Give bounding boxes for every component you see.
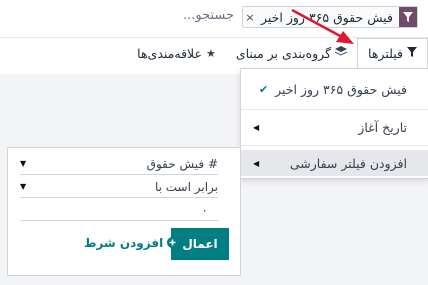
filter-option-payslip-365-days[interactable]: ✔ فیش حقوق ۳۶۵ روز اخیر bbox=[241, 76, 428, 102]
add-condition-label: افزودن شرط bbox=[84, 236, 164, 250]
filter-option-label: تاریخ آغاز bbox=[358, 119, 407, 135]
chevron-down-icon: ▼ bbox=[20, 159, 27, 168]
tab-group-by[interactable]: گروه‌بندی بر مبنای bbox=[226, 38, 357, 68]
plus-circle-icon bbox=[163, 236, 179, 250]
operator-select[interactable]: ▼ برابر است با bbox=[20, 176, 218, 198]
tab-filters-label: فیلترها bbox=[368, 46, 403, 61]
search-panel-tabs: فیلترها گروه‌بندی بر مبنای ★ علاقه‌مندی‌… bbox=[127, 38, 428, 68]
tab-favorites[interactable]: ★ علاقه‌مندی‌ها bbox=[127, 38, 226, 68]
apply-button[interactable]: اعمال bbox=[171, 228, 229, 260]
divider bbox=[241, 145, 428, 146]
search-input[interactable]: جستجو... bbox=[183, 8, 234, 23]
tab-filters[interactable]: فیلترها bbox=[357, 38, 428, 68]
caret-left-icon: ◀ bbox=[253, 158, 260, 168]
star-icon: ★ bbox=[205, 46, 216, 60]
field-select[interactable]: ▼ # فیش حقوق bbox=[20, 153, 218, 175]
filter-option-label: فیش حقوق ۳۶۵ روز اخیر bbox=[275, 81, 407, 97]
filter-option-label: افزودن فیلتر سفارشی bbox=[289, 155, 407, 171]
value-input-text: ۰ bbox=[201, 202, 208, 217]
tab-favorites-label: علاقه‌مندی‌ها bbox=[137, 45, 202, 61]
divider bbox=[241, 109, 428, 110]
filter-icon bbox=[407, 47, 417, 60]
search-facet: × فیش حقوق ۳۶۵ روز اخیر bbox=[242, 6, 418, 28]
chevron-down-icon: ▼ bbox=[20, 182, 27, 191]
facet-label: فیش حقوق ۳۶۵ روز اخیر bbox=[261, 9, 393, 25]
tab-group-by-label: گروه‌بندی بر مبنای bbox=[235, 45, 332, 61]
filters-dropdown: ✔ فیش حقوق ۳۶۵ روز اخیر ◀ تاریخ آغاز ◀ ا… bbox=[240, 68, 428, 179]
add-custom-filter[interactable]: ◀ افزودن فیلتر سفارشی bbox=[241, 150, 428, 176]
operator-select-value: برابر است با bbox=[154, 179, 218, 194]
filter-option-start-date[interactable]: ◀ تاریخ آغاز bbox=[241, 114, 428, 140]
field-select-value: # فیش حقوق bbox=[146, 156, 218, 171]
filter-icon bbox=[398, 7, 417, 27]
add-condition-link[interactable]: افزودن شرط bbox=[84, 236, 179, 250]
layers-icon bbox=[335, 46, 348, 60]
check-icon: ✔ bbox=[259, 82, 269, 96]
caret-left-icon: ◀ bbox=[253, 122, 260, 132]
facet-remove-icon[interactable]: × bbox=[243, 11, 257, 24]
value-input[interactable]: ۰ bbox=[20, 199, 218, 221]
